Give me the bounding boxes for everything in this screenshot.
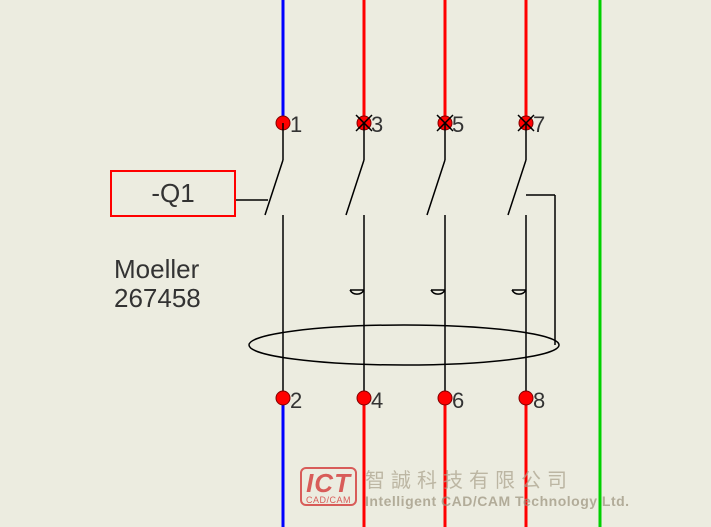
component-designator[interactable]: -Q1 xyxy=(110,170,236,217)
logo-badge: ICT CAD/CAM xyxy=(300,467,357,506)
terminal-dot xyxy=(438,391,452,405)
terminal-number-top-3: 5 xyxy=(452,112,464,138)
terminal-number-top-2: 3 xyxy=(371,112,383,138)
schematic-svg xyxy=(0,0,711,527)
watermark-logo: ICT CAD/CAM 智誠科技有限公司 Intelligent CAD/CAM… xyxy=(300,464,630,509)
terminal-number-bot-4: 8 xyxy=(533,388,545,414)
terminal-number-top-1: 1 xyxy=(290,112,302,138)
logo-sub: CAD/CAM xyxy=(306,496,351,505)
logo-short: ICT xyxy=(306,471,351,496)
terminal-number-bot-3: 6 xyxy=(452,388,464,414)
terminal-number-bot-2: 4 xyxy=(371,388,383,414)
terminal-dot xyxy=(357,391,371,405)
schematic-canvas xyxy=(0,0,711,527)
component-symbol xyxy=(235,123,559,398)
component-part-number: 267458 xyxy=(114,284,201,314)
logo-cn: 智誠科技有限公司 xyxy=(365,464,630,493)
logo-en: Intelligent CAD/CAM Technology Ltd. xyxy=(365,493,630,509)
terminal-dot xyxy=(276,391,290,405)
terminal-number-top-4: 7 xyxy=(533,112,545,138)
terminal-number-bot-1: 2 xyxy=(290,388,302,414)
terminal-dot xyxy=(519,391,533,405)
logo-text: 智誠科技有限公司 Intelligent CAD/CAM Technology … xyxy=(365,464,630,509)
component-manufacturer: Moeller xyxy=(114,255,199,285)
